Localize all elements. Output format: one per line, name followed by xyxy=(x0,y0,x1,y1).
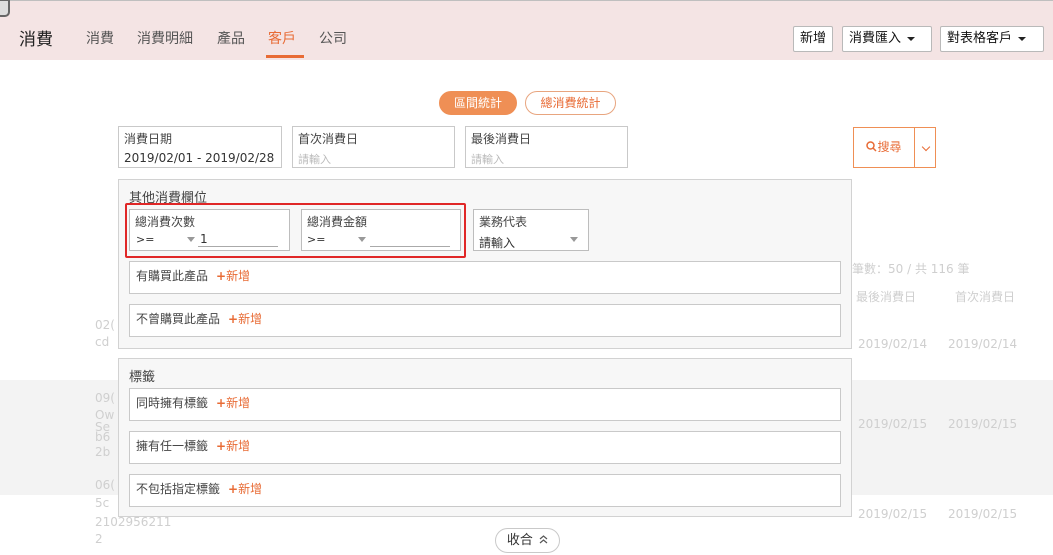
add-any-tag-link[interactable]: +新增 xyxy=(216,439,250,453)
bought-product-condition: 有購買此產品 +新增 xyxy=(129,261,841,294)
first-consumption-date-field[interactable]: 首次消費日 請輸入 xyxy=(292,126,455,168)
top-navigation-bar: 消費 消費 消費明細 產品 客戶 公司 新增 消費匯入 對表格客戶 xyxy=(0,0,1053,60)
row-fragment: 02( xyxy=(95,318,115,332)
import-consumption-button[interactable]: 消費匯入 xyxy=(842,26,932,52)
row-fragment: 2 xyxy=(95,532,103,546)
export-button-label: 對表格客戶 xyxy=(947,31,1013,46)
caret-down-icon xyxy=(907,36,916,41)
add-label: 新增 xyxy=(238,312,263,326)
row-last-date: 2019/02/15 xyxy=(858,507,928,521)
record-count: 筆數：50 / 共 116 筆 xyxy=(852,262,970,276)
has-any-tag-condition: 擁有任一標籤 +新增 xyxy=(129,431,841,464)
add-label: 新增 xyxy=(226,269,251,283)
row-fragment: cd xyxy=(95,335,110,349)
highlight-box xyxy=(125,203,466,258)
row-fragment: 2b xyxy=(95,445,111,459)
field-label: 最後消費日 xyxy=(471,132,532,146)
export-customers-button[interactable]: 對表格客戶 xyxy=(940,26,1044,52)
collapse-button[interactable]: 收合 xyxy=(495,528,560,553)
plus-icon: + xyxy=(216,269,227,283)
nav-item-customer[interactable]: 客戶 xyxy=(268,28,296,48)
field-label: 消費日期 xyxy=(124,132,173,146)
plus-icon: + xyxy=(216,439,227,453)
search-label: 搜尋 xyxy=(877,140,902,154)
row-last-date: 2019/02/14 xyxy=(858,337,928,351)
field-label: 業務代表 xyxy=(479,215,528,229)
import-button-label: 消費匯入 xyxy=(849,31,902,46)
last-consumption-date-field[interactable]: 最後消費日 請輸入 xyxy=(465,126,628,168)
never-bought-product-condition: 不曾購買此產品 +新增 xyxy=(129,304,841,337)
active-tab-indicator xyxy=(266,55,304,58)
search-icon xyxy=(866,141,878,152)
plus-icon: + xyxy=(228,312,239,326)
add-exclude-tag-link[interactable]: +新增 xyxy=(228,482,262,496)
condition-label: 不包括指定標籤 xyxy=(136,482,221,496)
row-fragment: 5c xyxy=(95,496,110,510)
condition-label: 擁有任一標籤 xyxy=(136,439,209,453)
nav-item-consumption[interactable]: 消費 xyxy=(86,28,114,48)
add-bought-product-link[interactable]: +新增 xyxy=(216,269,250,283)
chevron-down-icon xyxy=(921,142,931,152)
tab-interval-stats[interactable]: 區間統計 xyxy=(439,91,517,115)
row-fragment: b6 xyxy=(95,430,111,444)
search-options-toggle[interactable] xyxy=(914,127,936,168)
window-handle-icon xyxy=(0,0,10,17)
double-chevron-up-icon xyxy=(539,535,548,544)
nav-item-company[interactable]: 公司 xyxy=(319,28,347,48)
row-fragment: 2102956211 xyxy=(95,515,172,529)
plus-icon: + xyxy=(216,396,227,410)
search-button[interactable]: 搜尋 xyxy=(853,127,915,168)
dropdown-arrow-icon xyxy=(570,237,578,242)
panel-title: 標籤 xyxy=(129,370,156,385)
add-never-bought-link[interactable]: +新增 xyxy=(228,312,262,326)
condition-label: 有購買此產品 xyxy=(136,269,209,283)
condition-label: 同時擁有標籤 xyxy=(136,396,209,410)
column-header-first: 首次消費日 xyxy=(955,290,1016,304)
field-placeholder: 請輸入 xyxy=(471,153,504,166)
add-label: 新增 xyxy=(238,482,263,496)
nav-item-product[interactable]: 產品 xyxy=(217,28,245,48)
has-all-tags-condition: 同時擁有標籤 +新增 xyxy=(129,388,841,421)
collapse-label: 收合 xyxy=(506,533,533,548)
exclude-tags-condition: 不包括指定標籤 +新增 xyxy=(129,474,841,507)
date-range-value: 2019/02/01 - 2019/02/28 xyxy=(124,151,275,165)
row-fragment: 06( xyxy=(95,478,115,492)
caret-down-icon xyxy=(1018,36,1027,41)
row-last-date: 2019/02/15 xyxy=(858,417,928,431)
add-button[interactable]: 新增 xyxy=(793,26,833,52)
add-label: 新增 xyxy=(226,396,251,410)
tab-total-stats[interactable]: 總消費統計 xyxy=(525,91,616,115)
field-placeholder: 請輸入 xyxy=(298,153,331,166)
nav-item-consumption-detail[interactable]: 消費明細 xyxy=(137,28,193,48)
app-title: 消費 xyxy=(19,30,53,50)
field-label: 首次消費日 xyxy=(298,132,359,146)
row-fragment: 09( xyxy=(95,391,115,405)
column-header-last: 最後消費日 xyxy=(856,290,917,304)
row-first-date: 2019/02/14 xyxy=(948,337,1018,351)
sales-rep-field[interactable]: 業務代表 請輸入 xyxy=(473,209,589,251)
add-label: 新增 xyxy=(226,439,251,453)
condition-label: 不曾購買此產品 xyxy=(136,312,221,326)
consumption-date-field[interactable]: 消費日期 2019/02/01 - 2019/02/28 xyxy=(118,126,282,168)
row-first-date: 2019/02/15 xyxy=(948,507,1018,521)
add-all-tags-link[interactable]: +新增 xyxy=(216,396,250,410)
row-first-date: 2019/02/15 xyxy=(948,417,1018,431)
sales-rep-value: 請輸入 xyxy=(479,236,516,250)
plus-icon: + xyxy=(228,482,239,496)
